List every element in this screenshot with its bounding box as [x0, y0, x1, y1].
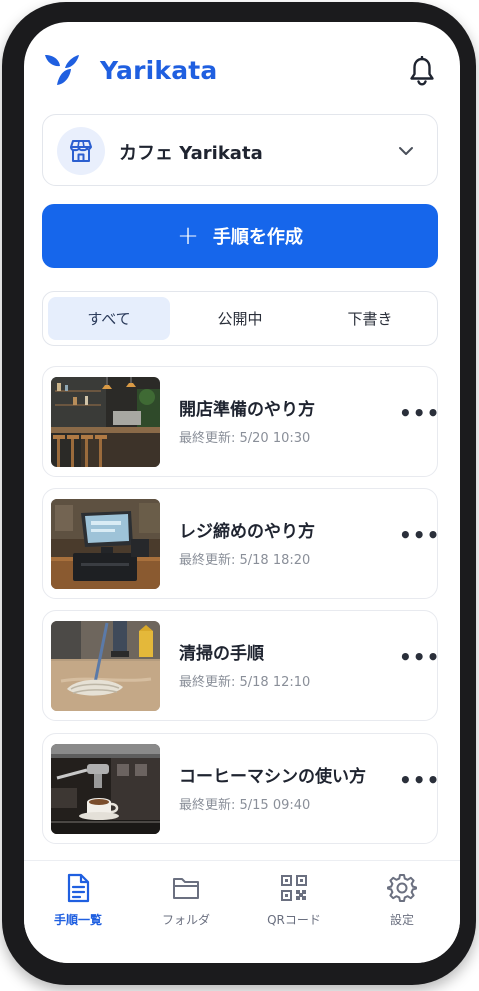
procedure-thumbnail-cafe-counter — [51, 377, 160, 467]
nav-label: 手順一覧 — [53, 913, 102, 927]
procedure-card[interactable]: コーヒーマシンの使い方 最終更新: 5/15 09:40 ••• — [42, 733, 440, 844]
nav-folders[interactable]: フォルダ — [136, 873, 236, 943]
procedure-updated: 最終更新: 5/18 18:20 — [179, 553, 311, 568]
store-selector[interactable]: カフェ Yarikata — [42, 114, 438, 186]
nav-procedures[interactable]: 手順一覧 — [28, 873, 128, 943]
folder-icon — [173, 878, 199, 899]
store-name: カフェ Yarikata — [119, 143, 263, 164]
nav-qr-code[interactable]: QRコード — [244, 873, 344, 943]
app-screen: Yarikata カフェ Yarikata + 手順を作成 すべて 公開中 下書… — [24, 22, 460, 963]
filter-tabs: すべて 公開中 下書き — [42, 291, 438, 346]
procedure-title: レジ締めのやり方 — [179, 522, 315, 542]
nav-label: フォルダ — [161, 913, 210, 927]
phone-frame: Yarikata カフェ Yarikata + 手順を作成 すべて 公開中 下書… — [2, 2, 476, 985]
create-procedure-button[interactable]: + 手順を作成 — [42, 204, 438, 268]
procedure-updated: 最終更新: 5/20 10:30 — [179, 431, 311, 446]
procedure-title: 開店準備のやり方 — [179, 400, 315, 420]
procedure-card[interactable]: 開店準備のやり方 最終更新: 5/20 10:30 ••• — [42, 366, 440, 477]
nav-settings[interactable]: 設定 — [352, 873, 452, 943]
notification-bell-icon[interactable] — [408, 56, 436, 86]
plus-icon: + — [177, 221, 199, 251]
more-options-icon[interactable]: ••• — [399, 523, 440, 547]
chevron-down-icon — [399, 147, 413, 155]
qr-code-icon — [281, 875, 307, 901]
yarikata-logo-icon — [45, 55, 79, 85]
tab-all[interactable]: すべて — [48, 297, 170, 340]
nav-label: QRコード — [267, 913, 321, 927]
gear-icon — [387, 874, 417, 902]
procedure-thumbnail-mop-floor — [51, 621, 160, 711]
store-avatar — [57, 127, 105, 175]
more-options-icon[interactable]: ••• — [399, 645, 440, 669]
procedure-card[interactable]: レジ締めのやり方 最終更新: 5/18 18:20 ••• — [42, 488, 440, 599]
procedure-title: 清掃の手順 — [179, 644, 264, 664]
more-options-icon[interactable]: ••• — [399, 401, 440, 425]
procedure-updated: 最終更新: 5/18 12:10 — [179, 675, 311, 690]
bottom-navigation: 手順一覧 フォルダ QRコード 設定 — [24, 860, 460, 963]
procedure-card[interactable]: 清掃の手順 最終更新: 5/18 12:10 ••• — [42, 610, 440, 721]
procedure-title: コーヒーマシンの使い方 — [179, 767, 366, 787]
tab-published[interactable]: 公開中 — [179, 297, 301, 340]
document-icon — [67, 873, 90, 903]
app-title: Yarikata — [100, 56, 218, 85]
more-options-icon[interactable]: ••• — [399, 768, 440, 792]
tab-draft[interactable]: 下書き — [309, 297, 431, 340]
procedure-updated: 最終更新: 5/15 09:40 — [179, 798, 311, 813]
nav-label: 設定 — [389, 913, 414, 927]
storefront-icon — [70, 140, 92, 162]
create-procedure-label: 手順を作成 — [212, 227, 303, 248]
procedure-thumbnail-espresso-machine — [51, 744, 160, 834]
procedure-thumbnail-pos-register — [51, 499, 160, 589]
